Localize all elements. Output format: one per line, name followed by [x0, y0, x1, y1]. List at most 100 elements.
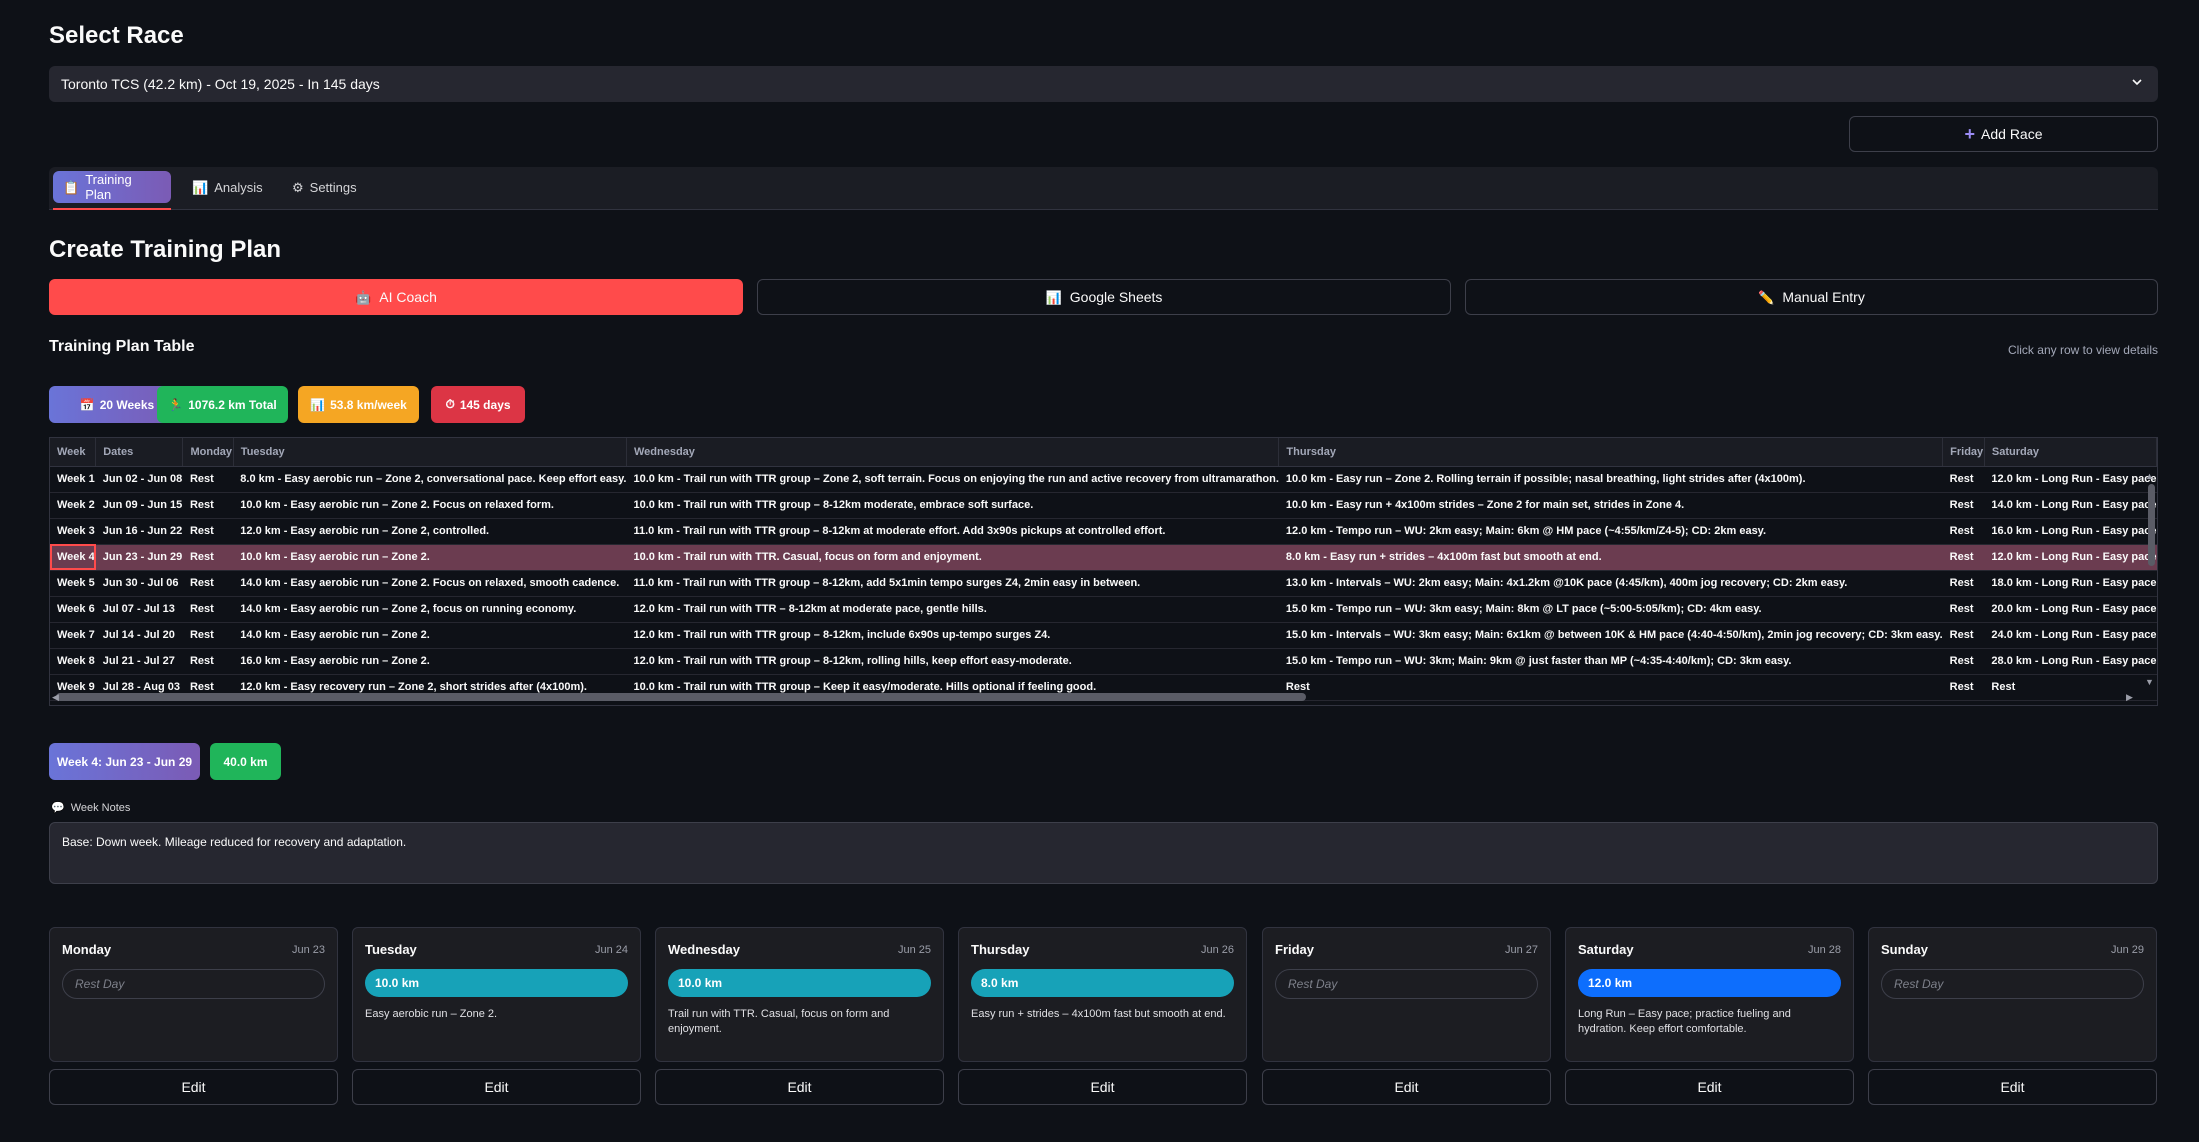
table-cell: 10.0 km - Easy run + 4x100m strides – Zo… — [1278, 492, 1943, 519]
scroll-left-icon[interactable]: ◀ — [52, 692, 59, 703]
training-plan-table[interactable]: Week Dates Monday Tuesday Wednesday Thursday F… — [49, 437, 2158, 706]
edit-sunday-button[interactable]: Edit — [1868, 1069, 2157, 1105]
tab-settings[interactable]: ⚙ Settings — [282, 171, 367, 203]
ai-coach-label: AI Coach — [379, 289, 437, 305]
table-cell: Week 3 — [50, 518, 96, 545]
table-cell: 14.0 km - Easy aerobic run – Zone 2, foc… — [233, 596, 627, 623]
edit-tuesday-button[interactable]: Edit — [352, 1069, 641, 1105]
tab-training-plan[interactable]: 📋 Training Plan — [53, 171, 171, 203]
workout-description: Long Run – Easy pace; practice fueling a… — [1578, 1008, 1791, 1035]
column-header-dates[interactable]: Dates — [95, 438, 184, 467]
tab-bar: 📋 Training Plan 📊 Analysis ⚙ Settings — [49, 167, 2158, 210]
table-row[interactable]: Week 3 Jun 16 - Jun 22 Rest 12.0 km - Easy … — [50, 518, 2157, 545]
scroll-right-icon[interactable]: ▶ — [2126, 692, 2133, 703]
scroll-up-icon[interactable]: ▲ — [2145, 471, 2154, 481]
horizontal-scrollbar[interactable] — [56, 693, 1306, 701]
google-sheets-button[interactable]: 📊 Google Sheets — [757, 279, 1451, 315]
table-cell: 8.0 km - Easy run + strides – 4x100m fas… — [1278, 544, 1943, 571]
table-cell: 14.0 km - Easy aerobic run – Zone 2. Foc… — [233, 570, 627, 597]
table-cell: 16.0 km - Easy aerobic run – Zone 2. — [233, 648, 627, 675]
edit-thursday-button[interactable]: Edit — [958, 1069, 1247, 1105]
create-plan-title: Create Training Plan — [49, 236, 282, 263]
vertical-scrollbar[interactable] — [2148, 484, 2155, 566]
table-cell: Jul 21 - Jul 27 — [95, 648, 183, 675]
table-cell: 11.0 km - Trail run with TTR group – 8-1… — [626, 518, 1279, 545]
table-cell: 13.0 km - Intervals – WU: 2km easy; Main… — [1278, 570, 1943, 597]
edit-saturday-button[interactable]: Edit — [1565, 1069, 1854, 1105]
table-cell: 12.0 km - Trail run with TTR group – 8-1… — [626, 622, 1279, 649]
table-cell: 10.0 km - Easy run – Zone 2. Rolling ter… — [1278, 466, 1943, 493]
table-row[interactable]: Week 6 Jul 07 - Jul 13 Rest 14.0 km - Easy … — [50, 596, 2157, 623]
day-card-sunday: Sunday Jun 29 Rest Day — [1868, 927, 2157, 1062]
table-row[interactable]: Week 1 Jun 02 - Jun 08 Rest 8.0 km - Easy a… — [50, 466, 2157, 493]
table-row[interactable]: Week 7 Jul 14 - Jul 20 Rest 14.0 km - Easy … — [50, 622, 2157, 649]
table-row[interactable]: Week 4 Jun 23 - Jun 29 Rest 10.0 km - Easy … — [50, 544, 2157, 571]
day-card-tuesday: Tuesday Jun 24 10.0 km Easy aerobic run – Z… — [352, 927, 641, 1062]
table-row[interactable]: Week 5 Jun 30 - Jul 06 Rest 14.0 km - Easy … — [50, 570, 2157, 597]
day-card-thursday: Thursday Jun 26 8.0 km Easy run + strides –… — [958, 927, 1247, 1062]
scroll-down-icon[interactable]: ▼ — [2145, 677, 2154, 687]
race-select-value: Toronto TCS (42.2 km) - Oct 19, 2025 - I… — [61, 76, 380, 92]
table-cell: Rest — [1942, 570, 1985, 597]
table-cell: Rest — [182, 648, 234, 675]
column-header-saturday[interactable]: Saturday — [1984, 438, 2157, 467]
table-cell: 12.0 km - Long Run - Easy pace — [1984, 466, 2157, 493]
table-cell: Rest — [182, 466, 234, 493]
table-row[interactable]: Week 2 Jun 09 - Jun 15 Rest 10.0 km - Easy … — [50, 492, 2157, 519]
table-cell: 12.0 km - Long Run - Easy pace — [1984, 544, 2157, 571]
column-header-thursday[interactable]: Thursday — [1278, 438, 1944, 467]
table-cell: 8.0 km - Easy aerobic run – Zone 2, conv… — [233, 466, 627, 493]
table-cell: Jun 02 - Jun 08 — [95, 466, 183, 493]
robot-icon: 🤖 — [355, 289, 372, 305]
plus-icon: + — [1964, 124, 1976, 144]
table-cell: Rest — [182, 622, 234, 649]
edit-wednesday-button[interactable]: Edit — [655, 1069, 944, 1105]
manual-entry-button[interactable]: ✏️ Manual Entry — [1465, 279, 2158, 315]
chart-icon: 📊 — [1045, 289, 1062, 305]
day-card-saturday: Saturday Jun 28 12.0 km Long Run – Easy pac… — [1565, 927, 1854, 1062]
table-cell: Rest — [1942, 544, 1985, 571]
ai-coach-button[interactable]: 🤖 AI Coach — [49, 279, 743, 315]
workout-distance-pill: 10.0 km — [365, 969, 628, 997]
clipboard-icon: 📋 — [63, 179, 80, 195]
rest-day-pill: Rest Day — [1275, 969, 1538, 999]
column-header-wednesday[interactable]: Wednesday — [626, 438, 1280, 467]
day-name: Thursday — [971, 942, 1030, 957]
days-value: 145 days — [459, 397, 511, 412]
chevron-down-icon — [2132, 79, 2142, 86]
tab-analysis[interactable]: 📊 Analysis — [182, 171, 273, 203]
table-cell: 10.0 km - Easy aerobic run – Zone 2. Foc… — [233, 492, 627, 519]
manual-entry-label: Manual Entry — [1782, 289, 1865, 305]
edit-friday-button[interactable]: Edit — [1262, 1069, 1551, 1105]
add-race-button[interactable]: + Add Race — [1849, 116, 2158, 152]
week-notes-textarea[interactable]: Base: Down week. Mileage reduced for rec… — [49, 822, 2158, 884]
day-date: Jun 27 — [1504, 944, 1538, 956]
total-km-badge: 🏃 1076.2 km Total — [157, 386, 288, 423]
calendar-icon: 📅 — [79, 397, 95, 412]
column-header-monday[interactable]: Monday — [182, 438, 234, 467]
table-cell: 10.0 km - Trail run with TTR. Casual, fo… — [626, 544, 1279, 571]
table-row[interactable]: Week 8 Jul 21 - Jul 27 Rest 16.0 km - Easy … — [50, 648, 2157, 675]
column-header-tuesday[interactable]: Tuesday — [233, 438, 627, 467]
weeks-value: 20 Weeks — [99, 397, 155, 412]
table-cell: 15.0 km - Intervals – WU: 3km easy; Main… — [1278, 622, 1943, 649]
table-cell: Week 8 — [50, 648, 96, 675]
race-select[interactable]: Toronto TCS (42.2 km) - Oct 19, 2025 - I… — [49, 66, 2158, 102]
table-cell: Rest — [1942, 622, 1985, 649]
table-cell: Jun 23 - Jun 29 — [95, 544, 183, 571]
table-cell: Week 4 — [50, 544, 96, 571]
runner-icon: 🏃 — [168, 397, 184, 412]
column-header-week[interactable]: Week — [50, 438, 97, 467]
table-cell: 12.0 km - Tempo run – WU: 2km easy; Main… — [1278, 518, 1943, 545]
total-km-value: 1076.2 km Total — [188, 397, 277, 412]
day-date: Jun 26 — [1200, 944, 1234, 956]
table-cell: Rest — [1942, 674, 1985, 701]
table-cell: 12.0 km - Trail run with TTR group – 8-1… — [626, 648, 1279, 675]
column-header-friday[interactable]: Friday — [1942, 438, 1985, 467]
table-cell: Rest — [182, 518, 234, 545]
edit-monday-button[interactable]: Edit — [49, 1069, 338, 1105]
speech-bubble-icon: 💬 — [51, 802, 65, 814]
google-sheets-label: Google Sheets — [1069, 289, 1163, 305]
table-cell: 11.0 km - Trail run with TTR group – 8-1… — [626, 570, 1279, 597]
table-cell: Rest — [182, 570, 234, 597]
